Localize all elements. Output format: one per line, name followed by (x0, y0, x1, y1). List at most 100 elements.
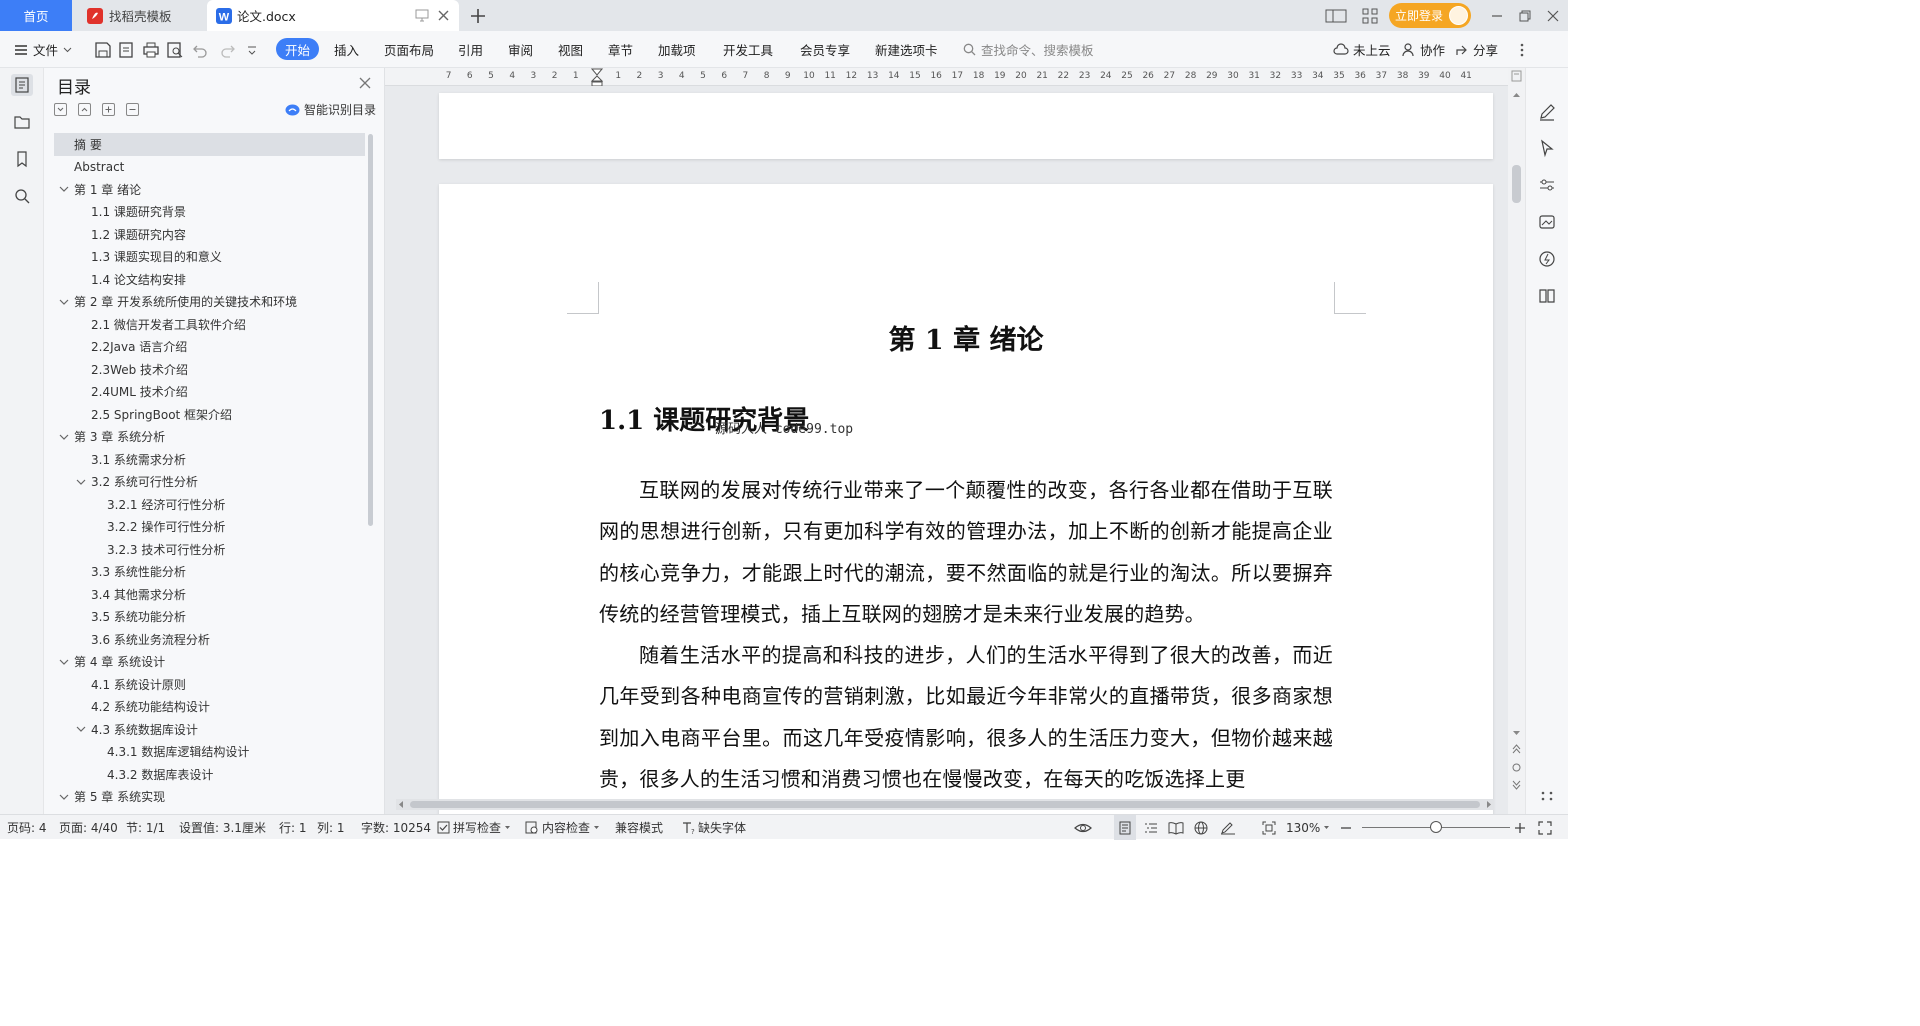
write-mode-icon[interactable] (1220, 815, 1236, 840)
indent-marker-icon[interactable] (591, 68, 603, 86)
tab-template[interactable]: 找稻壳模板 (75, 0, 205, 31)
toc-item[interactable]: 4.3.2 数据库表设计 (54, 763, 365, 786)
zoom-in-icon[interactable] (1514, 815, 1526, 840)
toc-item[interactable]: 3.3 系统性能分析 (54, 561, 365, 584)
toc-item[interactable]: 3.5 系统功能分析 (54, 606, 365, 629)
zoom-out-icon[interactable] (1340, 815, 1352, 840)
vertical-scroll-thumb[interactable] (1512, 165, 1521, 203)
spell-check[interactable]: 拼写检查 (437, 815, 511, 840)
toc-item[interactable]: 2.3Web 技术介绍 (54, 358, 365, 381)
toc-item[interactable]: 3.2.3 技术可行性分析 (54, 538, 365, 561)
login-button[interactable]: 立即登录 (1389, 3, 1471, 28)
toc-item[interactable]: 2.1 微信开发者工具软件介绍 (54, 313, 365, 336)
close-icon[interactable] (358, 76, 372, 90)
toc-item[interactable]: 2.4UML 技术介绍 (54, 381, 365, 404)
zoom-slider[interactable] (1362, 815, 1510, 840)
screen-icon[interactable] (415, 9, 429, 22)
restore-icon[interactable] (1518, 0, 1532, 31)
panel-more-icon[interactable] (1537, 786, 1557, 806)
toc-item[interactable]: Abstract (54, 156, 365, 179)
menu-page-layout[interactable]: 页面布局 (384, 31, 434, 68)
expand-up-icon[interactable] (78, 103, 91, 116)
layout-icon[interactable] (1325, 0, 1347, 31)
toc-item[interactable]: 第 1 章 绪论 (54, 178, 365, 201)
menu-new-tab[interactable]: 新建选项卡 (875, 31, 938, 68)
toc-item[interactable]: 第 4 章 系统设计 (54, 651, 365, 674)
print-icon[interactable] (142, 41, 160, 59)
toc-item[interactable]: 3.6 系统业务流程分析 (54, 628, 365, 651)
image-edit-icon[interactable] (1537, 212, 1557, 232)
toc-item[interactable]: 2.5 SpringBoot 框架介绍 (54, 403, 365, 426)
print-preview-icon[interactable] (166, 41, 184, 59)
add-level-icon[interactable] (102, 103, 115, 116)
page-view-icon[interactable] (1114, 815, 1136, 840)
horizontal-ruler[interactable]: 7 6 5 4 3 2 1 1 2 3 4 5 6 7 8 9 10 11 12 13 14 15 16 17 18 19 20 21… (385, 68, 1508, 86)
toc-item[interactable]: 4.2 系统功能结构设计 (54, 696, 365, 719)
horizontal-scroll-thumb[interactable] (410, 801, 1480, 808)
remove-level-icon[interactable] (126, 103, 139, 116)
save-icon[interactable] (94, 41, 112, 59)
close-window-icon[interactable] (1546, 0, 1560, 31)
share-button[interactable]: 分享 (1455, 31, 1498, 68)
close-tab-icon[interactable] (437, 9, 450, 22)
cloud-status[interactable]: 未上云 (1333, 31, 1391, 68)
toc-item[interactable]: 4.3.1 数据库逻辑结构设计 (54, 741, 365, 764)
chevron-down-icon[interactable] (76, 724, 86, 734)
menu-view[interactable]: 视图 (558, 31, 583, 68)
zoom-level[interactable]: 130% (1286, 815, 1330, 840)
menu-home[interactable]: 开始 (276, 38, 320, 60)
chevron-down-icon[interactable] (59, 297, 69, 307)
web-view-icon[interactable] (1194, 815, 1208, 840)
eye-protection-icon[interactable] (1074, 815, 1092, 840)
export-pdf-icon[interactable] (118, 41, 136, 59)
toc-item[interactable]: 4.3 系统数据库设计 (54, 718, 365, 741)
vertical-scrollbar[interactable] (1508, 68, 1525, 814)
toc-item[interactable]: 第 2 章 开发系统所使用的关键技术和环境 (54, 291, 365, 314)
toc-item[interactable]: 摘 要 (54, 133, 365, 156)
outline-view-icon[interactable] (1144, 815, 1158, 840)
reading-mode-icon[interactable] (1537, 286, 1557, 306)
chevron-down-icon[interactable] (59, 184, 69, 194)
menu-addins[interactable]: 加载项 (658, 31, 696, 68)
fullscreen-icon[interactable] (1538, 815, 1552, 840)
toc-item[interactable]: 1.1 课题研究背景 (54, 201, 365, 224)
toc-item[interactable]: 3.4 其他需求分析 (54, 583, 365, 606)
adjust-icon[interactable] (1537, 175, 1557, 195)
collapse-all-icon[interactable] (54, 103, 67, 116)
missing-font[interactable]: ? 缺失字体 (681, 815, 746, 840)
tab-document[interactable]: W 论文.docx (207, 0, 459, 31)
page-count[interactable]: 页面: 4/40 (59, 815, 118, 840)
menu-review[interactable]: 审阅 (508, 31, 533, 68)
toc-panel-icon[interactable] (11, 74, 33, 96)
zoom-slider-thumb[interactable] (1430, 821, 1442, 833)
toc-item[interactable]: 2.2Java 语言介绍 (54, 336, 365, 359)
redo-icon[interactable] (220, 41, 238, 59)
toc-item[interactable]: 3.2 系统可行性分析 (54, 471, 365, 494)
toc-item[interactable]: 3.1 系统需求分析 (54, 448, 365, 471)
toc-item[interactable]: 第 5 章 系统实现 (54, 786, 365, 809)
toc-item[interactable]: 4.1 系统设计原则 (54, 673, 365, 696)
fit-page-icon[interactable] (1262, 815, 1276, 840)
command-search[interactable]: 查找命令、搜索模板 (963, 31, 1094, 68)
minimize-icon[interactable] (1490, 0, 1504, 31)
word-count[interactable]: 字数: 10254 (361, 815, 431, 840)
menu-member[interactable]: 会员专享 (800, 31, 850, 68)
horizontal-scrollbar[interactable] (396, 799, 1494, 810)
more-options-icon[interactable] (1519, 31, 1525, 68)
menu-chapter[interactable]: 章节 (608, 31, 633, 68)
toc-item[interactable]: 1.2 课题研究内容 (54, 223, 365, 246)
menu-developer[interactable]: 开发工具 (723, 31, 773, 68)
find-icon[interactable] (11, 185, 33, 207)
compat-mode[interactable]: 兼容模式 (615, 815, 663, 840)
pen-icon[interactable] (1537, 102, 1557, 122)
select-cursor-icon[interactable] (1537, 138, 1557, 158)
toc-item[interactable]: 3.2.1 经济可行性分析 (54, 493, 365, 516)
folder-icon[interactable] (11, 111, 33, 133)
collab-button[interactable]: 协作 (1402, 31, 1445, 68)
chevron-down-icon[interactable] (59, 792, 69, 802)
toc-item[interactable]: 3.2.2 操作可行性分析 (54, 516, 365, 539)
smart-tools-icon[interactable] (1537, 249, 1557, 269)
customize-toolbar-icon[interactable] (246, 41, 258, 59)
toc-item[interactable]: 第 3 章 系统分析 (54, 426, 365, 449)
menu-references[interactable]: 引用 (458, 31, 483, 68)
